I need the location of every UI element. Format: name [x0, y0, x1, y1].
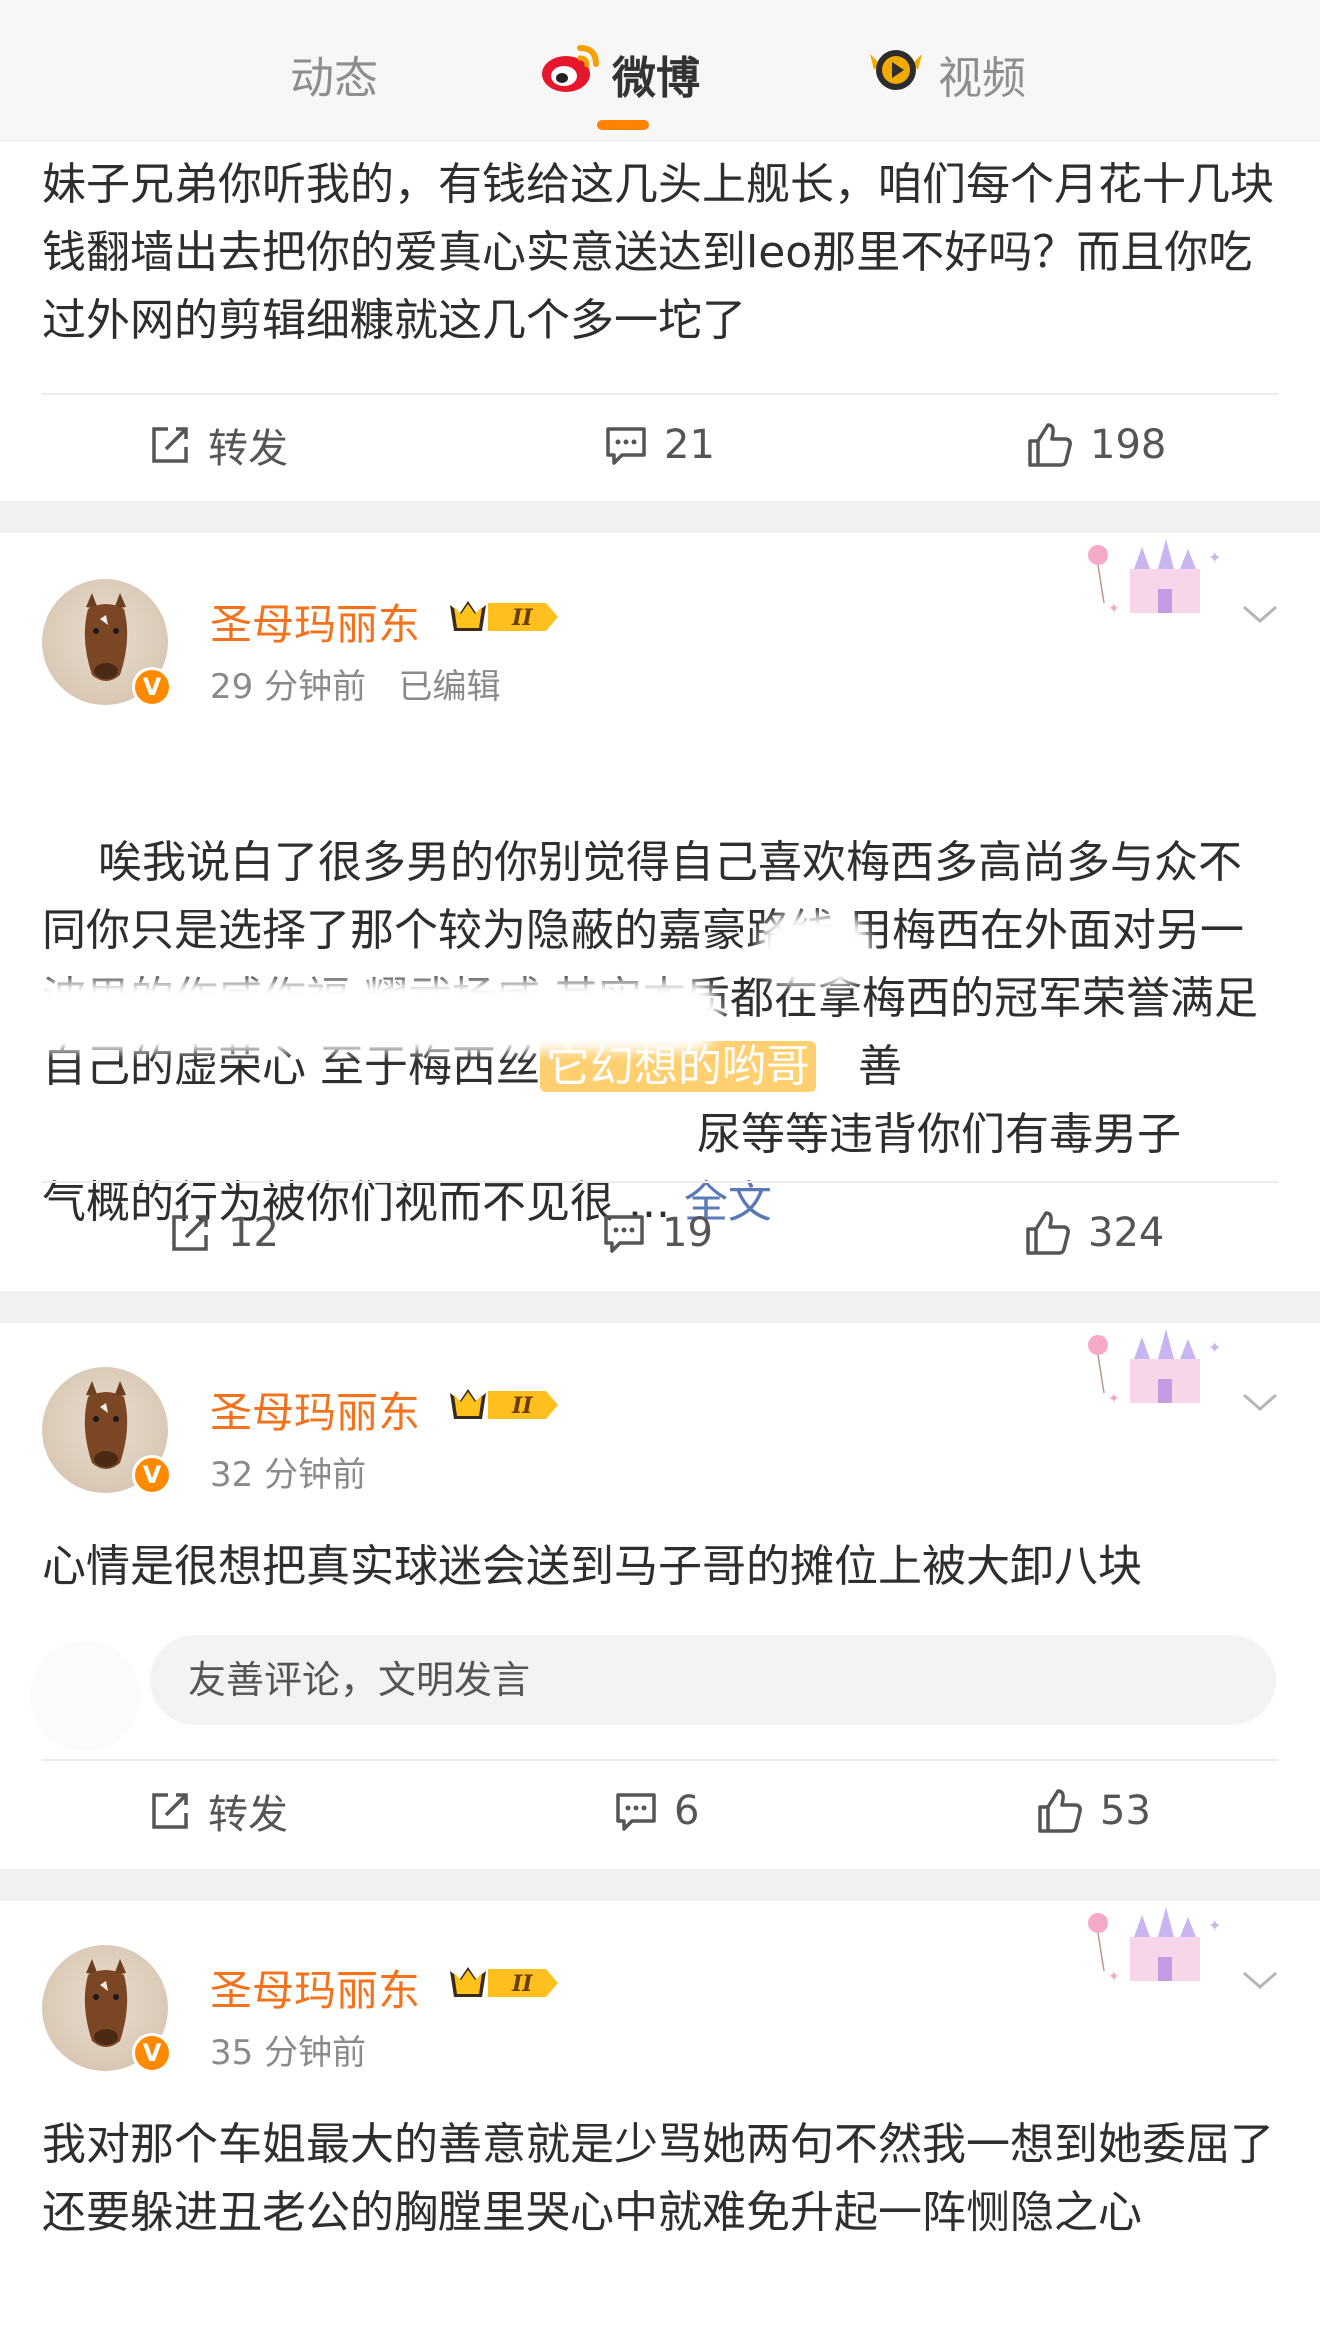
post-card: V 圣母玛丽东 II 29 分钟前 已编辑 ✦ ✦ 唉我说白了很多男的你别觉得自…: [0, 533, 1320, 1291]
post-meta: 29 分钟前 已编辑: [210, 659, 501, 708]
castle-decoration-icon: ✦ ✦: [1088, 539, 1221, 617]
chevron-down-icon[interactable]: [1240, 603, 1280, 627]
username[interactable]: 圣母玛丽东: [210, 1957, 420, 2018]
like-icon: [1026, 1211, 1070, 1255]
edited-label: 已编辑: [398, 667, 501, 707]
like-count: 53: [1100, 1788, 1151, 1834]
repost-icon: [152, 1793, 188, 1829]
comment-input[interactable]: [150, 1635, 1276, 1725]
verified-badge-icon: V: [132, 2033, 172, 2073]
castle-decoration-icon: ✦ ✦: [1088, 1907, 1221, 1985]
member-level-badge: II: [450, 1389, 558, 1419]
tab-active-indicator: [597, 120, 649, 130]
repost-icon: [172, 1215, 208, 1251]
top-tab-bar: 动态 微博 视频: [0, 0, 1320, 141]
comment-count: 6: [674, 1788, 700, 1834]
chevron-down-icon[interactable]: [1240, 1969, 1280, 1993]
repost-label: 转发: [208, 426, 288, 472]
svg-text:✦: ✦: [1208, 1916, 1221, 1935]
tab-video[interactable]: 视频: [938, 42, 1026, 106]
verified-badge-icon: V: [132, 1455, 172, 1495]
like-button[interactable]: 324: [1024, 1183, 1164, 1283]
redaction-blur: [20, 981, 720, 1051]
weibo-logo-icon: [542, 45, 599, 92]
username[interactable]: 圣母玛丽东: [210, 1379, 420, 1440]
post-card: V 圣母玛丽东 II 32 分钟前 ✦ ✦ 心情是很想把真实球迷会送到马子哥的摊…: [0, 1323, 1320, 1869]
svg-text:✦: ✦: [1208, 1338, 1221, 1357]
post-text-part: 善: [857, 1041, 902, 1092]
video-logo-icon: [870, 50, 922, 90]
like-button[interactable]: 198: [1026, 395, 1166, 495]
svg-text:II: II: [511, 1393, 533, 1419]
username[interactable]: 圣母玛丽东: [210, 591, 420, 652]
like-icon: [1028, 423, 1072, 467]
svg-text:✦: ✦: [1108, 1969, 1120, 1985]
post-actions: 转发 21 198: [0, 395, 1320, 495]
comment-count: 21: [664, 422, 715, 468]
comment-icon: [616, 1793, 656, 1831]
like-icon: [1038, 1789, 1082, 1833]
comment-icon: [606, 427, 646, 465]
member-level-badge: II: [450, 1967, 558, 1997]
like-count: 198: [1090, 422, 1167, 468]
post-text: 心情是很想把真实球迷会送到马子哥的摊位上被大卸八块: [42, 1541, 1142, 1592]
post-text-part: 尿等等违背你们有毒男子: [697, 1109, 1181, 1160]
like-count: 324: [1088, 1210, 1165, 1256]
verified-badge-icon: V: [132, 667, 172, 707]
repost-button[interactable]: 转发: [148, 1761, 288, 1861]
post-text: 妹子兄弟你听我的，有钱给这几头上舰长，咱们每个月花十几块钱翻墙出去把你的爱真心实…: [42, 159, 1274, 346]
redaction-blur: [760, 915, 870, 985]
post-text: 我对那个车姐最大的善意就是少骂她两句不然我一想到她委屈了还要躲进丑老公的胸膛里哭…: [42, 2119, 1274, 2238]
svg-text:✦: ✦: [1208, 548, 1221, 567]
repost-label: 转发: [208, 1792, 288, 1838]
post-time: 35 分钟前: [210, 2033, 367, 2073]
repost-button[interactable]: 转发: [148, 395, 288, 495]
comment-button[interactable]: 19: [602, 1183, 713, 1283]
tab-dynamic[interactable]: 动态: [290, 42, 378, 106]
repost-icon: [152, 427, 188, 463]
comment-count: 19: [662, 1210, 713, 1256]
avatar[interactable]: V: [42, 1367, 172, 1495]
repost-button[interactable]: 12: [168, 1183, 279, 1283]
post-actions: 12 19 324: [0, 1183, 1320, 1283]
like-button[interactable]: 53: [1036, 1761, 1151, 1861]
post-card: V 圣母玛丽东 II 35 分钟前 ✦ ✦ 我对那个车姐最大的善意就是少骂她两句…: [0, 1901, 1320, 2327]
svg-text:✦: ✦: [1108, 601, 1120, 617]
member-level-badge: II: [450, 601, 558, 631]
svg-text:✦: ✦: [1108, 1391, 1120, 1407]
comment-button[interactable]: 21: [604, 395, 715, 495]
post-time: 32 分钟前: [210, 1455, 367, 1495]
repost-count: 12: [228, 1210, 279, 1256]
commenter-avatar: [30, 1641, 140, 1751]
post-card: 妹子兄弟你听我的，有钱给这几头上舰长，咱们每个月花十几块钱翻墙出去把你的爱真心实…: [0, 141, 1320, 501]
avatar[interactable]: V: [42, 1945, 172, 2073]
post-actions: 转发 6 53: [0, 1761, 1320, 1861]
castle-decoration-icon: ✦ ✦: [1088, 1329, 1221, 1407]
svg-text:II: II: [511, 1971, 533, 1997]
chevron-down-icon[interactable]: [1240, 1391, 1280, 1415]
comment-button[interactable]: 6: [614, 1761, 699, 1861]
svg-text:II: II: [511, 605, 533, 631]
avatar[interactable]: V: [42, 579, 172, 707]
comment-input-box[interactable]: [150, 1635, 1276, 1725]
comment-icon: [604, 1215, 644, 1253]
post-time: 29 分钟前: [210, 667, 367, 707]
tab-weibo[interactable]: 微博: [612, 42, 700, 106]
